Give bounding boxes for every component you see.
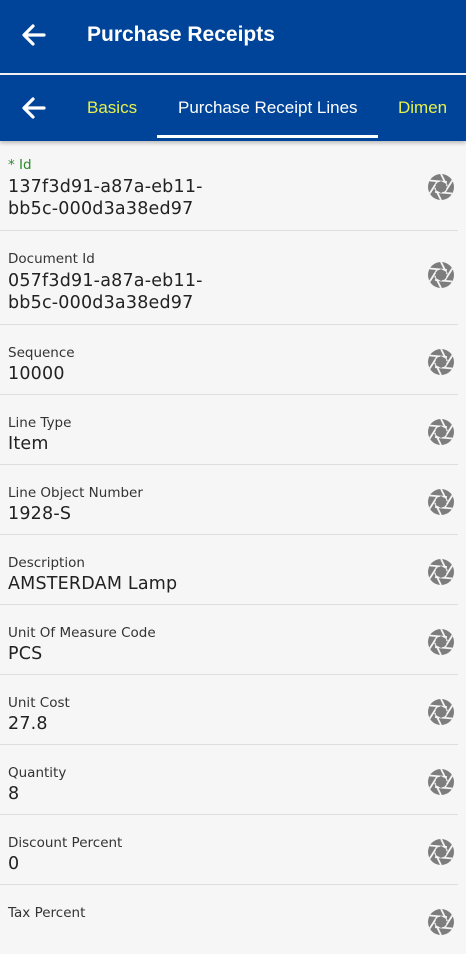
camera-shutter-icon[interactable] xyxy=(426,767,456,797)
tab-basics[interactable]: Basics xyxy=(87,95,137,121)
field-line-object-number[interactable]: Line Object Number 1928-S xyxy=(0,465,458,535)
app-bar: Purchase Receipts xyxy=(0,0,466,73)
field-discount-percent[interactable]: Discount Percent 0 xyxy=(0,815,458,885)
field-label: Document Id xyxy=(8,251,95,267)
back-arrow-icon[interactable] xyxy=(18,20,48,50)
field-unit-cost[interactable]: Unit Cost 27.8 xyxy=(0,675,458,745)
camera-shutter-icon[interactable] xyxy=(426,417,456,447)
active-tab-indicator xyxy=(157,135,378,138)
field-value: 8 xyxy=(8,784,20,804)
tab-purchase-receipt-lines[interactable]: Purchase Receipt Lines xyxy=(178,95,358,121)
tab-dimensions[interactable]: Dimen xyxy=(398,95,447,121)
camera-shutter-icon[interactable] xyxy=(426,557,456,587)
field-label: Description xyxy=(8,555,85,571)
field-label: Line Object Number xyxy=(8,485,143,501)
tab-bar: Basics Purchase Receipt Lines Dimen xyxy=(0,75,466,141)
camera-shutter-icon[interactable] xyxy=(426,837,456,867)
field-value: Item xyxy=(8,434,49,454)
field-value: 137f3d91-a87a-eb11- bb5c-000d3a38ed97 xyxy=(8,176,388,220)
field-label: Sequence xyxy=(8,345,75,361)
camera-shutter-icon[interactable] xyxy=(426,697,456,727)
field-value: 0 xyxy=(8,854,20,874)
camera-shutter-icon[interactable] xyxy=(426,907,456,937)
tabs-back-arrow-icon[interactable] xyxy=(18,93,48,123)
field-label: Quantity xyxy=(8,765,67,781)
field-value-line: 137f3d91-a87a-eb11- xyxy=(8,177,203,197)
field-description[interactable]: Description AMSTERDAM Lamp xyxy=(0,535,458,605)
field-id[interactable]: * Id 137f3d91-a87a-eb11- bb5c-000d3a38ed… xyxy=(0,143,458,231)
field-document-id[interactable]: Document Id 057f3d91-a87a-eb11- bb5c-000… xyxy=(0,231,458,325)
camera-shutter-icon[interactable] xyxy=(426,172,456,202)
field-label: * Id xyxy=(8,157,32,173)
field-value: 057f3d91-a87a-eb11- bb5c-000d3a38ed97 xyxy=(8,270,388,314)
field-tax-percent[interactable]: Tax Percent xyxy=(0,885,458,954)
field-value: AMSTERDAM Lamp xyxy=(8,574,178,594)
camera-shutter-icon[interactable] xyxy=(426,347,456,377)
field-label: Unit Of Measure Code xyxy=(8,625,156,641)
field-quantity[interactable]: Quantity 8 xyxy=(0,745,458,815)
page-title: Purchase Receipts xyxy=(87,23,275,46)
field-value-line: bb5c-000d3a38ed97 xyxy=(8,293,194,313)
field-value-line: bb5c-000d3a38ed97 xyxy=(8,199,194,219)
field-value: 27.8 xyxy=(8,714,48,734)
field-label: Line Type xyxy=(8,415,72,431)
field-value-line: 057f3d91-a87a-eb11- xyxy=(8,271,203,291)
field-label: Tax Percent xyxy=(8,905,86,921)
field-value: PCS xyxy=(8,644,43,664)
field-label: Discount Percent xyxy=(8,835,123,851)
field-value: 1928-S xyxy=(8,504,72,524)
field-unit-of-measure-code[interactable]: Unit Of Measure Code PCS xyxy=(0,605,458,675)
field-value: 10000 xyxy=(8,364,65,384)
camera-shutter-icon[interactable] xyxy=(426,260,456,290)
field-list: * Id 137f3d91-a87a-eb11- bb5c-000d3a38ed… xyxy=(0,143,466,954)
field-line-type[interactable]: Line Type Item xyxy=(0,395,458,465)
camera-shutter-icon[interactable] xyxy=(426,627,456,657)
field-sequence[interactable]: Sequence 10000 xyxy=(0,325,458,395)
field-label: Unit Cost xyxy=(8,695,70,711)
camera-shutter-icon[interactable] xyxy=(426,487,456,517)
